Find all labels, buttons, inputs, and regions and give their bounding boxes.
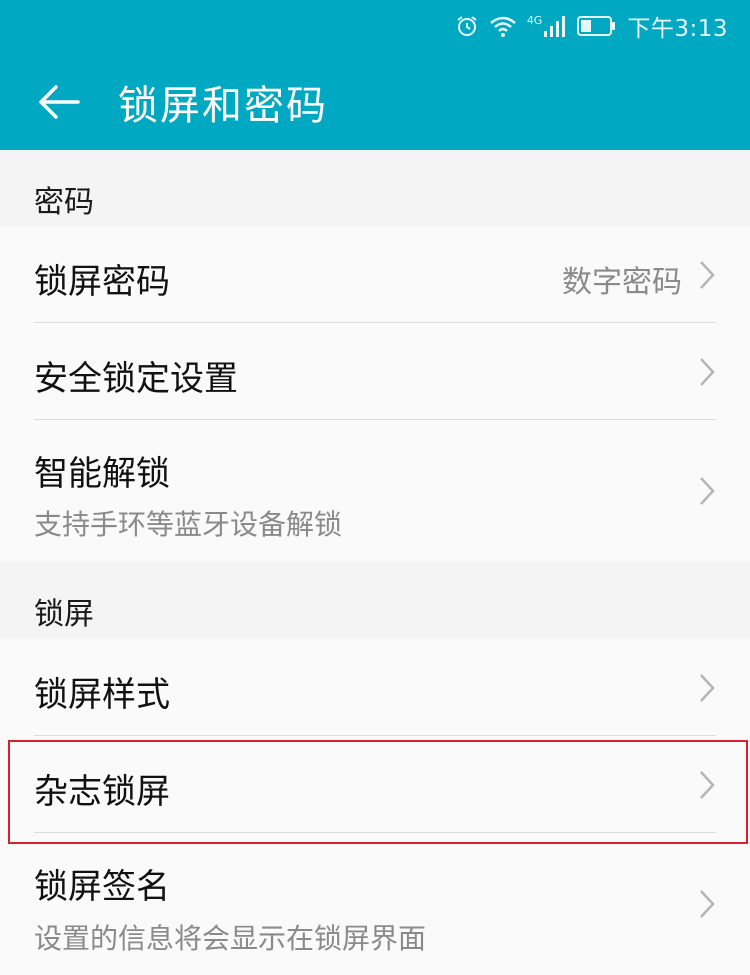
chevron-right-icon <box>700 674 715 702</box>
settings-item-magazine-lockscreen[interactable]: 杂志锁屏 <box>0 736 750 833</box>
section-header-lockscreen: 锁屏 <box>0 561 750 639</box>
chevron-right-icon <box>700 261 715 289</box>
section-header-label: 锁屏 <box>34 597 94 632</box>
section-header-password: 密码 <box>0 150 750 226</box>
battery-icon <box>577 15 617 37</box>
page-title: 锁屏和密码 <box>118 83 328 129</box>
alarm-icon <box>455 14 479 38</box>
status-bar: 4G 下午3:13 <box>455 10 728 42</box>
chevron-right-icon <box>700 890 715 918</box>
item-value: 数字密码 <box>562 265 682 300</box>
toolbar: 锁屏和密码 <box>0 62 750 142</box>
item-subtitle: 支持手环等蓝牙设备解锁 <box>34 508 343 541</box>
chevron-right-icon <box>700 771 715 799</box>
network-type: 4G <box>526 14 543 27</box>
chevron-right-icon <box>700 358 715 386</box>
item-title: 锁屏签名 <box>34 867 170 907</box>
wifi-icon <box>489 14 517 38</box>
signal-icon: 4G <box>527 14 568 38</box>
item-title: 安全锁定设置 <box>34 359 238 399</box>
settings-item-secure-lock[interactable]: 安全锁定设置 <box>0 323 750 420</box>
chevron-right-icon <box>700 477 715 505</box>
settings-item-lockscreen-signature[interactable]: 锁屏签名 设置的信息将会显示在锁屏界面 <box>0 833 750 975</box>
app-bar: 4G 下午3:13 锁屏和密码 <box>0 0 750 150</box>
item-subtitle: 设置的信息将会显示在锁屏界面 <box>34 922 427 955</box>
status-time: 下午3:13 <box>627 16 728 42</box>
back-button[interactable] <box>32 75 86 129</box>
item-title: 智能解锁 <box>34 454 170 494</box>
item-title: 杂志锁屏 <box>34 772 170 812</box>
settings-item-lockscreen-password[interactable]: 锁屏密码 数字密码 <box>0 226 750 323</box>
item-title: 锁屏样式 <box>34 675 170 715</box>
settings-item-smart-unlock[interactable]: 智能解锁 支持手环等蓝牙设备解锁 <box>0 420 750 561</box>
section-header-label: 密码 <box>34 185 94 220</box>
back-arrow-icon <box>39 85 80 119</box>
settings-item-lockscreen-style[interactable]: 锁屏样式 <box>0 639 750 736</box>
item-title: 锁屏密码 <box>34 262 170 302</box>
